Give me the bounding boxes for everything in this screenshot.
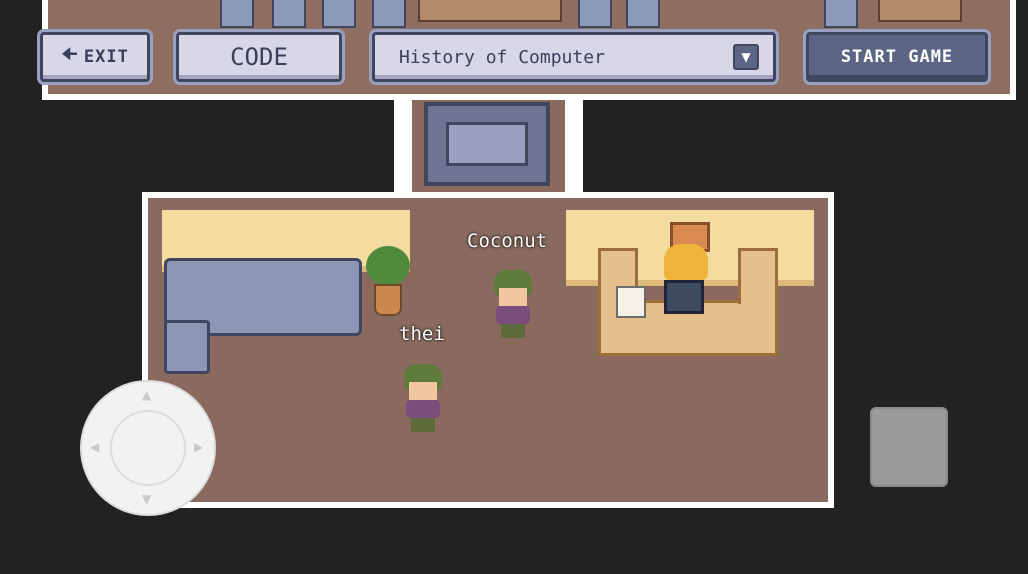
bookshelf (418, 0, 562, 22)
doormat (424, 102, 550, 186)
chair (322, 0, 356, 28)
plant-icon (366, 246, 410, 286)
corridor-wall (394, 100, 412, 192)
reception-desk-side (738, 248, 778, 304)
joystick-right-icon: ▶ (194, 440, 204, 454)
topic-select[interactable]: History of Computer ▼ (372, 32, 776, 82)
dpad-joystick-icon[interactable]: ▲ ▼ ◀ ▶ (82, 382, 214, 514)
clipboard-icon (616, 286, 646, 318)
start-game-button[interactable]: START GAME (806, 32, 988, 82)
code-button[interactable]: CODE (176, 32, 342, 82)
bookshelf (878, 0, 962, 22)
player-avatar-coconut (490, 270, 536, 340)
player-name-coconut: Coconut (467, 230, 548, 252)
player-name-thei: thei (399, 323, 445, 345)
start-game-label: START GAME (840, 47, 954, 67)
dropdown-arrow-icon[interactable]: ▼ (733, 44, 759, 70)
couch-end (164, 320, 210, 374)
corridor-wall (565, 100, 583, 192)
code-label: CODE (230, 43, 288, 71)
joystick-down-icon: ▼ (142, 492, 152, 506)
plant-pot (374, 284, 402, 316)
topic-select-value: History of Computer (399, 46, 605, 68)
joystick-knob[interactable] (110, 410, 186, 486)
chair (578, 0, 612, 28)
chair (824, 0, 858, 28)
arrow-left-icon: 🠈 (61, 44, 78, 65)
exit-label: EXIT (83, 47, 129, 67)
chair (220, 0, 254, 28)
action-button[interactable] (870, 407, 948, 487)
receptionist-npc (664, 244, 708, 280)
joystick-left-icon: ◀ (90, 440, 100, 454)
joystick-up-icon: ▲ (142, 388, 152, 402)
exit-button[interactable]: 🠈 EXIT (40, 32, 150, 82)
computer-monitor-icon (664, 280, 704, 314)
player-avatar-thei (400, 364, 446, 434)
chair (626, 0, 660, 28)
chair (272, 0, 306, 28)
chair (372, 0, 406, 28)
